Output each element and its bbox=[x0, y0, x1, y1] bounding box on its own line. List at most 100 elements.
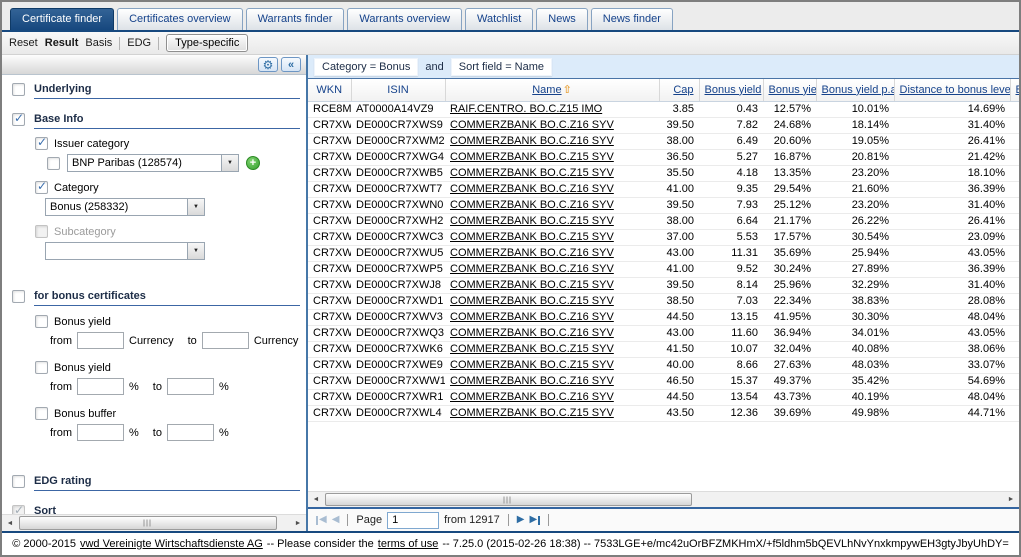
scroll-left-arrow-icon[interactable]: ◄ bbox=[2, 515, 18, 531]
column-header-bonus-yield-5[interactable]: Bonus yield bbox=[763, 79, 816, 101]
certificate-name-link[interactable]: COMMERZBANK BO.C.Z15 SYV bbox=[450, 343, 614, 355]
table-row[interactable]: CR7XWNDE000CR7XWN0COMMERZBANK BO.C.Z16 S… bbox=[308, 197, 1019, 213]
issuer-item-checkbox[interactable] bbox=[47, 157, 60, 170]
toolbar-basis[interactable]: Basis bbox=[85, 37, 112, 49]
bonus-yield-percent-checkbox[interactable] bbox=[35, 361, 48, 374]
certificate-name-link[interactable]: COMMERZBANK BO.C.Z16 SYV bbox=[450, 135, 614, 147]
bonus-yield-currency-checkbox[interactable] bbox=[35, 315, 48, 328]
page-number-input[interactable] bbox=[387, 512, 439, 529]
certificate-name-link[interactable]: COMMERZBANK BO.C.Z15 SYV bbox=[450, 167, 614, 179]
table-row[interactable]: RCE8MHAT0000A14VZ9RAIF.CENTRO. BO.C.Z15 … bbox=[308, 101, 1019, 117]
table-row[interactable]: CR7XWHDE000CR7XWH2COMMERZBANK BO.C.Z15 S… bbox=[308, 213, 1019, 229]
category-checkbox[interactable] bbox=[35, 181, 48, 194]
certificate-name-link[interactable]: COMMERZBANK BO.C.Z15 SYV bbox=[450, 215, 614, 227]
certificate-name-link[interactable]: COMMERZBANK BO.C.Z16 SYV bbox=[450, 311, 614, 323]
tab-news-finder[interactable]: News finder bbox=[591, 8, 673, 30]
toolbar-edg[interactable]: EDG bbox=[127, 37, 151, 49]
table-row[interactable]: CR7XWMDE000CR7XWM2COMMERZBANK BO.C.Z16 S… bbox=[308, 133, 1019, 149]
dropdown-arrow-icon[interactable]: ▼ bbox=[187, 243, 204, 259]
certificate-name-link[interactable]: COMMERZBANK BO.C.Z15 SYV bbox=[450, 231, 614, 243]
toolbar-type-specific-button[interactable]: Type-specific bbox=[166, 34, 248, 52]
table-row[interactable]: CR7XWDDE000CR7XWD1COMMERZBANK BO.C.Z15 S… bbox=[308, 293, 1019, 309]
bonus-yield-percent-from-input[interactable] bbox=[77, 378, 124, 395]
bonus-buffer-checkbox[interactable] bbox=[35, 407, 48, 420]
scrollbar-track[interactable] bbox=[324, 492, 1003, 507]
column-header-distance-to-bonus-level-7[interactable]: Distance to bonus level bbox=[894, 79, 1010, 101]
tab-news[interactable]: News bbox=[536, 8, 588, 30]
first-page-button[interactable]: ◀ bbox=[316, 515, 327, 525]
bonus-certificates-checkbox[interactable] bbox=[12, 290, 25, 303]
certificate-name-link[interactable]: COMMERZBANK BO.C.Z16 SYV bbox=[450, 375, 614, 387]
base-info-checkbox[interactable] bbox=[12, 113, 25, 126]
issuer-select[interactable]: BNP Paribas (128574) ▼ bbox=[67, 154, 239, 172]
certificate-name-link[interactable]: COMMERZBANK BO.C.Z16 SYV bbox=[450, 391, 614, 403]
dropdown-arrow-icon[interactable]: ▼ bbox=[187, 199, 204, 215]
next-page-button[interactable]: ▶ bbox=[517, 515, 525, 525]
underlying-checkbox[interactable] bbox=[12, 83, 25, 96]
table-row[interactable]: CR7XWBDE000CR7XWB5COMMERZBANK BO.C.Z15 S… bbox=[308, 165, 1019, 181]
table-row[interactable]: CR7XWVDE000CR7XWV3COMMERZBANK BO.C.Z16 S… bbox=[308, 309, 1019, 325]
subcategory-checkbox[interactable] bbox=[35, 225, 48, 238]
last-page-button[interactable]: ▶ bbox=[529, 515, 540, 525]
certificate-name-link[interactable]: COMMERZBANK BO.C.Z15 SYV bbox=[450, 359, 614, 371]
certificate-name-link[interactable]: COMMERZBANK BO.C.Z15 SYV bbox=[450, 295, 614, 307]
dropdown-arrow-icon[interactable]: ▼ bbox=[221, 155, 238, 171]
prev-page-button[interactable]: ◀ bbox=[332, 515, 340, 525]
toolbar-result[interactable]: Result bbox=[45, 37, 79, 49]
subcategory-select[interactable]: ▼ bbox=[45, 242, 205, 260]
scroll-right-arrow-icon[interactable]: ► bbox=[1003, 492, 1019, 507]
certificate-name-link[interactable]: COMMERZBANK BO.C.Z16 SYV bbox=[450, 327, 614, 339]
bonus-yield-percent-to-input[interactable] bbox=[167, 378, 214, 395]
certificate-name-link[interactable]: COMMERZBANK BO.C.Z15 SYV bbox=[450, 151, 614, 163]
tab-certificates-overview[interactable]: Certificates overview bbox=[117, 8, 242, 30]
table-row[interactable]: CR7XWKDE000CR7XWK6COMMERZBANK BO.C.Z15 S… bbox=[308, 341, 1019, 357]
scroll-right-arrow-icon[interactable]: ► bbox=[290, 515, 306, 531]
column-header-cap-3[interactable]: Cap bbox=[659, 79, 699, 101]
table-row[interactable]: CR7XWJDE000CR7XWJ8COMMERZBANK BO.C.Z15 S… bbox=[308, 277, 1019, 293]
certificate-name-link[interactable]: COMMERZBANK BO.C.Z16 SYV bbox=[450, 119, 614, 131]
table-horizontal-scrollbar[interactable]: ◄ ► bbox=[308, 491, 1019, 507]
bonus-buffer-to-input[interactable] bbox=[167, 424, 214, 441]
certificate-name-link[interactable]: RAIF.CENTRO. BO.C.Z15 IMO bbox=[450, 103, 602, 115]
table-row[interactable]: CR7XWTDE000CR7XWT7COMMERZBANK BO.C.Z16 S… bbox=[308, 181, 1019, 197]
bonus-yield-currency-from-input[interactable] bbox=[77, 332, 124, 349]
certificate-name-link[interactable]: COMMERZBANK BO.C.Z16 SYV bbox=[450, 199, 614, 211]
certificate-name-link[interactable]: COMMERZBANK BO.C.Z16 SYV bbox=[450, 247, 614, 259]
sidebar-horizontal-scrollbar[interactable]: ◄ ► bbox=[2, 514, 306, 531]
table-row[interactable]: CR7XWLDE000CR7XWL4COMMERZBANK BO.C.Z15 S… bbox=[308, 405, 1019, 421]
tab-warrants-overview[interactable]: Warrants overview bbox=[347, 8, 462, 30]
collapse-sidebar-button[interactable]: « bbox=[281, 57, 301, 72]
table-row[interactable]: CR7XWGDE000CR7XWG4COMMERZBANK BO.C.Z15 S… bbox=[308, 149, 1019, 165]
filter-chip-sort-field[interactable]: Sort field = Name bbox=[451, 58, 552, 76]
terms-of-use-link[interactable]: terms of use bbox=[378, 538, 439, 550]
table-row[interactable]: CR7XWPDE000CR7XWP5COMMERZBANK BO.C.Z16 S… bbox=[308, 261, 1019, 277]
certificate-name-link[interactable]: COMMERZBANK BO.C.Z15 SYV bbox=[450, 279, 614, 291]
edg-rating-checkbox[interactable] bbox=[12, 475, 25, 488]
table-row[interactable]: CR7XWWDE000CR7XWW1COMMERZBANK BO.C.Z16 S… bbox=[308, 373, 1019, 389]
column-header-name-2[interactable]: Name⇧ bbox=[445, 79, 659, 101]
scrollbar-track[interactable] bbox=[18, 515, 290, 531]
column-header-bonus-yield-p-a-6[interactable]: Bonus yield p.a. bbox=[816, 79, 894, 101]
certificate-name-link[interactable]: COMMERZBANK BO.C.Z16 SYV bbox=[450, 263, 614, 275]
settings-gear-button[interactable]: ⚙ bbox=[258, 57, 278, 72]
certificate-name-link[interactable]: COMMERZBANK BO.C.Z16 SYV bbox=[450, 183, 614, 195]
table-row[interactable]: CR7XWRDE000CR7XWR1COMMERZBANK BO.C.Z16 S… bbox=[308, 389, 1019, 405]
bonus-yield-currency-to-input[interactable] bbox=[202, 332, 249, 349]
tab-watchlist[interactable]: Watchlist bbox=[465, 8, 533, 30]
scroll-left-arrow-icon[interactable]: ◄ bbox=[308, 492, 324, 507]
table-row[interactable]: CR7XWEDE000CR7XWE9COMMERZBANK BO.C.Z15 S… bbox=[308, 357, 1019, 373]
table-row[interactable]: CR7XWSDE000CR7XWS9COMMERZBANK BO.C.Z16 S… bbox=[308, 117, 1019, 133]
bonus-buffer-from-input[interactable] bbox=[77, 424, 124, 441]
certificate-name-link[interactable]: COMMERZBANK BO.C.Z15 SYV bbox=[450, 407, 614, 419]
sort-checkbox[interactable] bbox=[12, 505, 25, 514]
column-header-bonus-yield-4[interactable]: Bonus yield bbox=[699, 79, 763, 101]
tab-certificate-finder[interactable]: Certificate finder bbox=[10, 8, 114, 30]
add-issuer-button[interactable]: + bbox=[246, 156, 260, 170]
company-link[interactable]: vwd Vereinigte Wirtschaftsdienste AG bbox=[80, 538, 263, 550]
toolbar-reset[interactable]: Reset bbox=[9, 37, 38, 49]
scrollbar-thumb[interactable] bbox=[19, 516, 277, 530]
column-header-b-8[interactable]: B bbox=[1010, 79, 1019, 101]
tab-warrants-finder[interactable]: Warrants finder bbox=[246, 8, 345, 30]
table-row[interactable]: CR7XWCDE000CR7XWC3COMMERZBANK BO.C.Z15 S… bbox=[308, 229, 1019, 245]
issuer-category-checkbox[interactable] bbox=[35, 137, 48, 150]
